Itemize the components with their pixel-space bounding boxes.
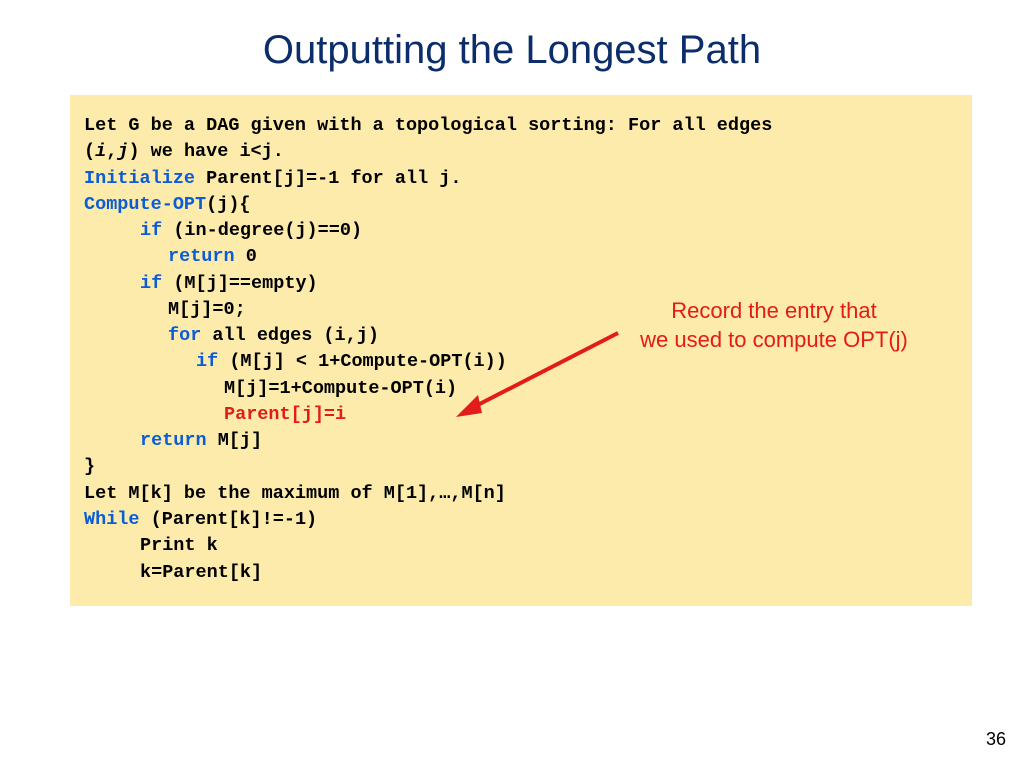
page-number: 36 (986, 729, 1006, 750)
code-line: Compute-OPT(j){ (84, 192, 958, 218)
code-line: Parent[j]=i (84, 402, 958, 428)
code-line: if (M[j]==empty) (84, 271, 958, 297)
slide-title: Outputting the Longest Path (0, 0, 1024, 95)
code-line: Initialize Parent[j]=-1 for all j. (84, 166, 958, 192)
code-line: While (Parent[k]!=-1) (84, 507, 958, 533)
code-line: Let G be a DAG given with a topological … (84, 113, 958, 139)
code-line: k=Parent[k] (84, 560, 958, 586)
code-line: return M[j] (84, 428, 958, 454)
annotation-text: Record the entry that we used to compute… (624, 297, 924, 354)
code-line: return 0 (84, 244, 958, 270)
code-line: M[j]=1+Compute-OPT(i) (84, 376, 958, 402)
code-line: Print k (84, 533, 958, 559)
code-line: (i,j) we have i<j. (84, 139, 958, 165)
code-line: if (in-degree(j)==0) (84, 218, 958, 244)
code-line: Let M[k] be the maximum of M[1],…,M[n] (84, 481, 958, 507)
code-line: } (84, 454, 958, 480)
code-block: Let G be a DAG given with a topological … (70, 95, 972, 606)
